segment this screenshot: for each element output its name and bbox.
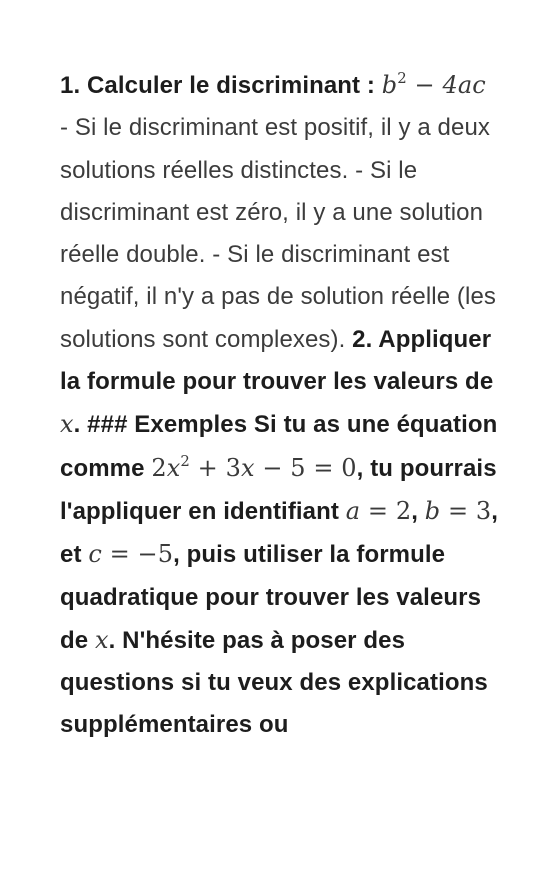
step-1-label: 1. Calculer le discriminant : <box>60 72 382 99</box>
math-b: b <box>381 71 398 99</box>
math-x-2: x <box>94 625 109 654</box>
math-c: c <box>88 540 102 569</box>
math-4ac: 4ac <box>442 71 486 99</box>
math-equation-x2: x <box>240 453 255 482</box>
math-b-value: = 3 <box>440 496 492 525</box>
math-a: a <box>345 496 361 525</box>
math-equation-coef: 2 <box>151 453 167 482</box>
discriminant-cases-text: - Si le discriminant est positif, il y a… <box>60 114 496 353</box>
message-text: 1. Calculer le discriminant : b2 − 4ac -… <box>60 64 500 747</box>
math-equation-middle: + 3 <box>189 453 241 482</box>
math-b-coef: b <box>424 496 441 525</box>
math-equation-x: x <box>166 453 181 482</box>
math-minus: − <box>406 71 443 99</box>
ending-text: . N'hésite pas à poser des questions si … <box>60 626 488 739</box>
math-equation-exponent: 2 <box>180 451 190 470</box>
separator-1: , <box>411 497 425 525</box>
math-equation-end: − 5 = 0 <box>254 453 357 482</box>
math-x: x <box>60 410 74 439</box>
math-exponent: 2 <box>397 69 407 88</box>
page: 1. Calculer le discriminant : b2 − 4ac -… <box>0 0 544 874</box>
math-a-value: = 2 <box>360 496 412 525</box>
math-c-value: = −5 <box>101 540 174 569</box>
